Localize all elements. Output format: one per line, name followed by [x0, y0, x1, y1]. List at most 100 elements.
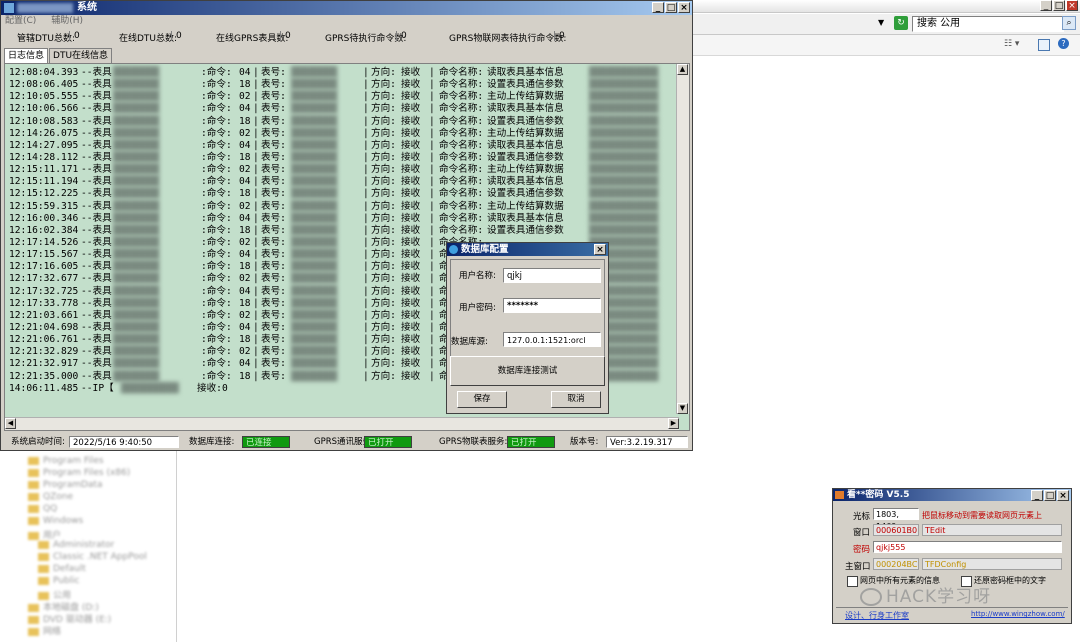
folder-icon [28, 480, 39, 489]
tree-item[interactable]: 网络 [28, 624, 61, 637]
cursor-value: 1803, 1469 [873, 508, 919, 531]
log-name-value: 主动上传结算数据 [487, 91, 564, 103]
stat-dtu-total-label: 管辖DTU总数: [17, 34, 76, 44]
tab-dtu-online[interactable]: DTU在线信息 [49, 48, 113, 63]
blurred-meter-no: ████████ [291, 164, 338, 176]
design-link[interactable]: 设计、行身工作室 [845, 610, 909, 621]
tree-item[interactable]: 本地磁盘 (D:) [28, 600, 99, 613]
blurred-detail: ████████████ [589, 103, 659, 115]
user-name-field[interactable]: qjkj [503, 268, 601, 283]
save-button[interactable]: 保存 [457, 391, 507, 408]
scroll-up-icon[interactable]: ▲ [677, 64, 688, 75]
log-meter-no-label: 表号: [261, 164, 286, 176]
log-dir-value: 接收 [401, 127, 421, 139]
log-dir-value: 接收 [401, 151, 421, 163]
tree-item-label: Program Files [43, 456, 104, 466]
log-name-value: 设置表具通信参数 [487, 79, 564, 91]
tree-item[interactable]: QQ [28, 504, 57, 516]
log-dir-label: 方向: [371, 200, 396, 212]
log-name-value: 读取表具基本信息 [487, 176, 564, 188]
separator: | [363, 200, 369, 212]
version-label: 版本号: [570, 437, 599, 447]
menu-help[interactable]: 辅助(H) [51, 16, 83, 26]
maximize-icon[interactable]: □ [1044, 490, 1056, 501]
help-icon[interactable]: ? [1058, 38, 1069, 49]
separator: | [363, 249, 369, 261]
tree-item[interactable]: Program Files [28, 456, 104, 468]
tab-log-info[interactable]: 日志信息 [4, 48, 49, 63]
preview-pane-icon[interactable] [1038, 39, 1050, 51]
tree-item[interactable]: Administrator [38, 540, 114, 552]
minimize-icon[interactable]: _ [652, 2, 664, 13]
checkbox-all-elements[interactable] [847, 576, 858, 587]
blurred-meter-id: ████████ [113, 297, 160, 309]
db-source-field[interactable]: 127.0.0.1:1521:orcl [503, 332, 601, 347]
blurred-meter-no: ████████ [291, 224, 338, 236]
separator: | [429, 200, 435, 212]
log-cmd-value: 04 [239, 103, 251, 115]
window-handle: 000601B0 [873, 524, 919, 536]
search-icon[interactable]: ⌕ [1062, 16, 1076, 30]
cursor-hint: 把鼠标移动到需要读取网页元素上 [922, 511, 1042, 520]
separator: | [253, 127, 259, 139]
log-dir-value: 接收 [401, 297, 421, 309]
test-connection-button[interactable]: 数据库连接测试 [450, 356, 605, 386]
password-field[interactable]: ******* [503, 298, 601, 313]
vertical-scrollbar[interactable]: ▲ ▼ [676, 64, 689, 414]
tree-item[interactable]: DVD 驱动器 (E:) [28, 612, 111, 625]
maximize-icon[interactable]: □ [1053, 0, 1065, 11]
close-icon[interactable]: × [1066, 0, 1078, 11]
view-options-icon[interactable]: ☷ ▾ [1004, 39, 1019, 49]
refresh-icon[interactable]: ↻ [894, 16, 908, 30]
minimize-icon[interactable]: _ [1040, 0, 1052, 11]
log-name-label: 命令名称: [439, 188, 484, 200]
separator: | [429, 79, 435, 91]
password-label: 密码 [853, 545, 871, 555]
dropdown-arrow-icon[interactable]: ▼ [878, 18, 884, 27]
scroll-right-icon[interactable]: ▶ [668, 418, 679, 429]
log-dir-label: 方向: [371, 224, 396, 236]
tree-item[interactable]: 用户 [28, 528, 61, 541]
tree-item[interactable]: Public [38, 576, 80, 588]
log-dir-value: 接收 [401, 103, 421, 115]
blurred-meter-id: ████████ [113, 273, 160, 285]
blurred-meter-id: ████████ [113, 200, 160, 212]
blurred-meter-id: ████████ [113, 67, 160, 78]
separator: | [429, 346, 435, 358]
close-icon[interactable]: × [594, 244, 606, 255]
scroll-down-icon[interactable]: ▼ [677, 403, 688, 414]
separator: | [363, 224, 369, 236]
horizontal-scrollbar[interactable]: ◀ ▶ [5, 417, 679, 430]
tree-item[interactable]: QZone [28, 492, 73, 504]
blurred-meter-id: ████████ [113, 103, 160, 115]
tree-item[interactable]: 公用 [38, 588, 71, 601]
tree-item[interactable]: Windows [28, 516, 83, 528]
tree-item[interactable]: Classic .NET AppPool [38, 552, 147, 564]
log-cmd-label: :命令: [201, 151, 232, 163]
scroll-left-icon[interactable]: ◀ [5, 418, 16, 429]
minimize-icon[interactable]: _ [1031, 490, 1043, 501]
log-meter-no-label: 表号: [261, 309, 286, 321]
tree-item[interactable]: Program Files (x86) [28, 468, 130, 480]
log-cmd-value: 02 [239, 236, 251, 248]
log-dir-value: 接收 [401, 370, 421, 382]
maximize-icon[interactable]: □ [665, 2, 677, 13]
blurred-meter-id: ████████ [113, 115, 160, 127]
password-value[interactable]: qjkj555 [873, 541, 1062, 553]
log-name-label: 命令名称: [439, 164, 484, 176]
close-icon[interactable]: × [1057, 490, 1069, 501]
tree-item[interactable]: ProgramData [28, 480, 102, 492]
log-time: 12:21:32.917 [9, 358, 79, 370]
separator: | [363, 103, 369, 115]
log-name-label: 命令名称: [439, 200, 484, 212]
menu-config[interactable]: 配置(C) [5, 16, 36, 26]
blurred-detail: ████████████ [589, 188, 659, 200]
log-cmd-value: 18 [239, 188, 251, 200]
log-meter-no-label: 表号: [261, 334, 286, 346]
cancel-button[interactable]: 取消 [551, 391, 601, 408]
search-input[interactable]: 搜索 公用 [912, 16, 1064, 32]
close-icon[interactable]: × [678, 2, 690, 13]
website-link[interactable]: http://www.wingzhow.com/ [971, 610, 1065, 618]
separator: | [253, 176, 259, 188]
tree-item[interactable]: Default [38, 564, 86, 576]
